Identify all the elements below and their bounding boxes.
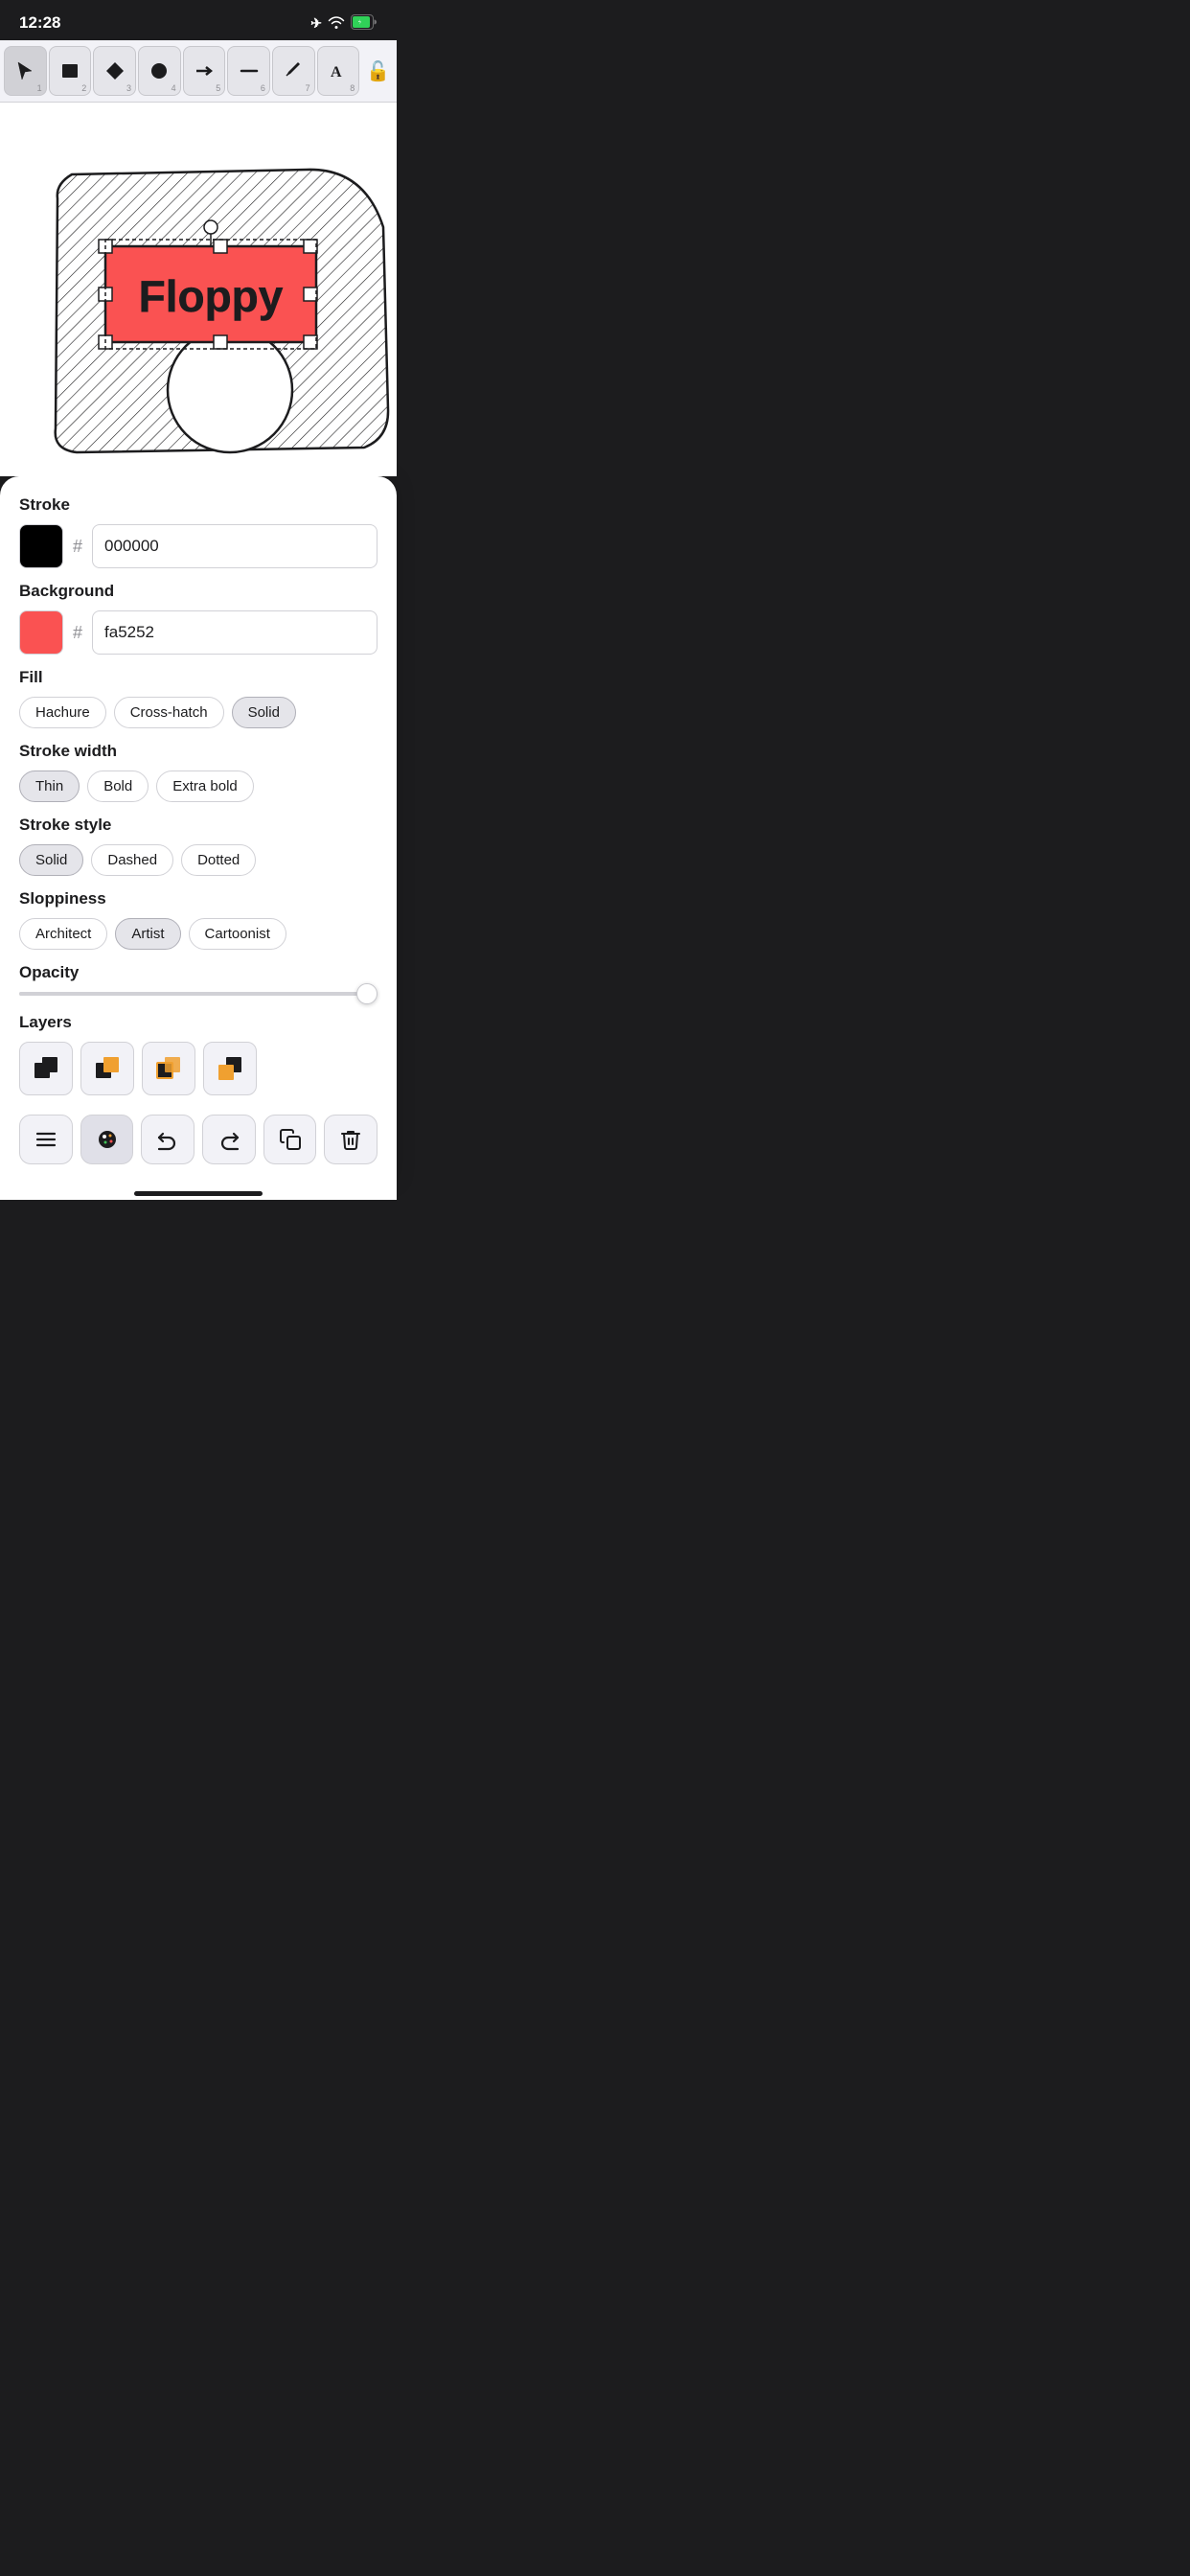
fill-hachure[interactable]: Hachure xyxy=(19,697,106,728)
battery-icon xyxy=(351,14,378,33)
sloppiness-artist[interactable]: Artist xyxy=(115,918,180,950)
tool-ellipse[interactable]: 4 xyxy=(138,46,181,96)
fill-solid[interactable]: Solid xyxy=(232,697,296,728)
tool-rectangle[interactable]: 2 xyxy=(49,46,92,96)
redo-button[interactable] xyxy=(202,1115,256,1164)
sloppiness-options: Architect Artist Cartoonist xyxy=(19,918,378,950)
layer-btn-3[interactable] xyxy=(142,1042,195,1095)
opacity-section: Opacity xyxy=(19,963,378,996)
layer-btn-4[interactable] xyxy=(203,1042,257,1095)
tool-num-1: 1 xyxy=(37,83,42,93)
lock-icon: 🔓 xyxy=(366,59,390,83)
wifi-icon xyxy=(328,15,345,32)
airplane-icon: ✈ xyxy=(310,15,322,32)
tool-diamond[interactable]: 3 xyxy=(93,46,136,96)
tool-num-6: 6 xyxy=(261,83,265,93)
home-indicator xyxy=(0,1184,397,1200)
stroke-style-dotted[interactable]: Dotted xyxy=(181,844,256,876)
home-bar xyxy=(134,1191,263,1196)
tool-num-8: 8 xyxy=(350,83,355,93)
stroke-color-swatch[interactable] xyxy=(19,524,63,568)
bottom-toolbar xyxy=(19,1109,378,1174)
stroke-color-row: # xyxy=(19,524,378,568)
stroke-extra-bold[interactable]: Extra bold xyxy=(156,770,254,802)
tool-text[interactable]: A 8 xyxy=(317,46,360,96)
bg-color-row: # xyxy=(19,610,378,655)
tool-select[interactable]: 1 xyxy=(4,46,47,96)
stroke-color-input[interactable] xyxy=(92,524,378,568)
sloppiness-cartoonist[interactable]: Cartoonist xyxy=(189,918,286,950)
opacity-slider-thumb[interactable] xyxy=(356,983,378,1004)
opacity-slider-track[interactable] xyxy=(19,992,378,996)
stroke-style-options: Solid Dashed Dotted xyxy=(19,844,378,876)
bg-color-input[interactable] xyxy=(92,610,378,655)
sloppiness-architect[interactable]: Architect xyxy=(19,918,107,950)
tool-num-3: 3 xyxy=(126,83,131,93)
copy-button[interactable] xyxy=(263,1115,317,1164)
stroke-label: Stroke xyxy=(19,495,378,515)
status-time: 12:28 xyxy=(19,13,60,33)
delete-button[interactable] xyxy=(324,1115,378,1164)
toolbar: 1 2 3 4 5 6 7 A 8 🔓 xyxy=(0,40,397,103)
tool-line[interactable]: 6 xyxy=(227,46,270,96)
fill-crosshatch[interactable]: Cross-hatch xyxy=(114,697,224,728)
stroke-bold[interactable]: Bold xyxy=(87,770,149,802)
status-bar: 12:28 ✈ xyxy=(0,0,397,40)
lock-button[interactable]: 🔓 xyxy=(363,54,393,88)
stroke-thin[interactable]: Thin xyxy=(19,770,80,802)
canvas-svg: Floppy xyxy=(0,103,397,476)
tool-draw[interactable]: 7 xyxy=(272,46,315,96)
opacity-label: Opacity xyxy=(19,963,378,982)
layers-label: Layers xyxy=(19,1013,378,1032)
properties-panel: Stroke # Background # Fill Hachure Cross… xyxy=(0,476,397,1184)
stroke-width-options: Thin Bold Extra bold xyxy=(19,770,378,802)
status-icons: ✈ xyxy=(310,14,378,33)
tool-num-2: 2 xyxy=(81,83,86,93)
tool-num-4: 4 xyxy=(172,83,176,93)
undo-button[interactable] xyxy=(141,1115,195,1164)
svg-text:A: A xyxy=(331,64,342,80)
layers-section: Layers xyxy=(19,1013,378,1095)
bg-hash: # xyxy=(73,623,82,643)
layer-btn-1[interactable] xyxy=(19,1042,73,1095)
layer-btn-2[interactable] xyxy=(80,1042,134,1095)
stroke-style-label: Stroke style xyxy=(19,816,378,835)
stroke-width-label: Stroke width xyxy=(19,742,378,761)
layer-icons-row xyxy=(19,1042,378,1095)
sloppiness-label: Sloppiness xyxy=(19,889,378,908)
opacity-slider-fill xyxy=(19,992,359,996)
background-label: Background xyxy=(19,582,378,601)
stroke-style-solid[interactable]: Solid xyxy=(19,844,83,876)
fill-label: Fill xyxy=(19,668,378,687)
tool-arrow[interactable]: 5 xyxy=(183,46,226,96)
stroke-hash: # xyxy=(73,537,82,557)
menu-button[interactable] xyxy=(19,1115,73,1164)
tool-num-7: 7 xyxy=(306,83,310,93)
stroke-style-dashed[interactable]: Dashed xyxy=(91,844,173,876)
style-button[interactable] xyxy=(80,1115,134,1164)
bg-color-swatch[interactable] xyxy=(19,610,63,655)
canvas-area[interactable]: Floppy xyxy=(0,103,397,476)
svg-text:Floppy: Floppy xyxy=(139,271,284,321)
tool-num-5: 5 xyxy=(216,83,220,93)
fill-options: Hachure Cross-hatch Solid xyxy=(19,697,378,728)
